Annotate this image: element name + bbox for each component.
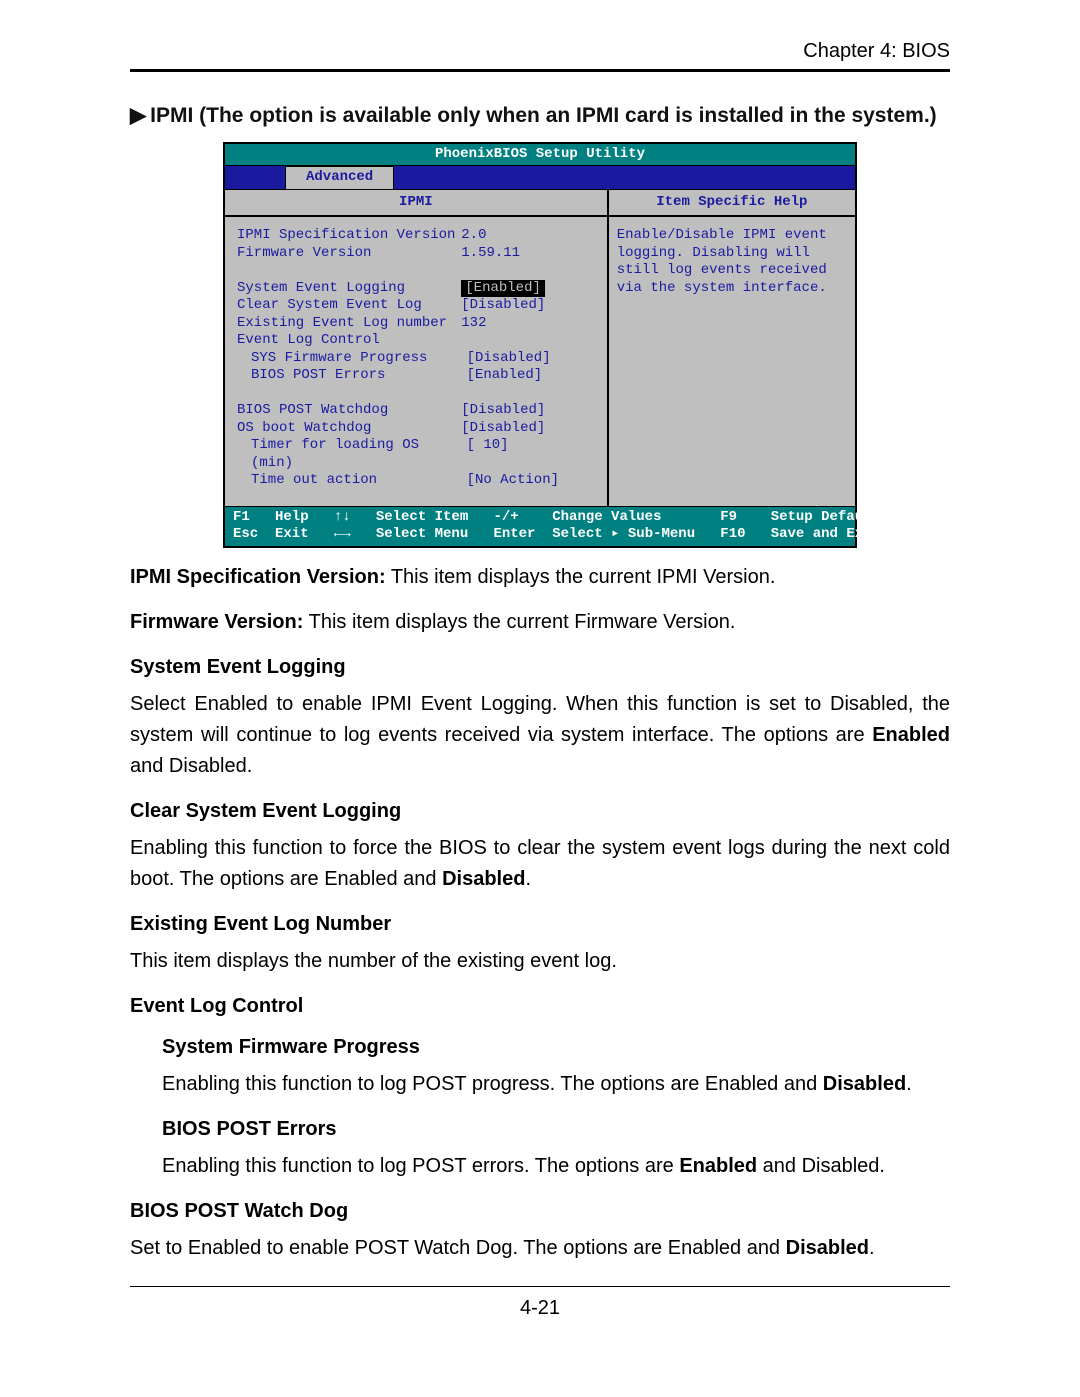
bios-right-col: Item Specific Help Enable/Disable IPMI e… — [609, 190, 855, 506]
opt-row — [237, 385, 599, 403]
head-sev: System Event Logging — [130, 656, 950, 679]
bios-fnkeys: F1 Help ↑↓ Select Item -/+ Change Values… — [225, 506, 855, 546]
opt-row[interactable]: OS boot Watchdog[Disabled] — [237, 420, 599, 438]
desc-ipmi-spec: IPMI Specification Version: This item di… — [130, 562, 950, 593]
bios-titlebar: PhoenixBIOS Setup Utility — [225, 144, 855, 167]
header-rule — [130, 69, 950, 72]
opt-row: Firmware Version1.59.11 — [237, 245, 599, 263]
lead-text: IPMI (The option is available only when … — [150, 104, 937, 127]
page: Chapter 4: BIOS ▶IPMI (The option is ava… — [0, 0, 1080, 1350]
triangle-icon: ▶ — [130, 104, 146, 127]
opt-row: Event Log Control — [237, 332, 599, 350]
help-text: Enable/Disable IPMI event logging. Disab… — [609, 217, 855, 307]
bios-screenshot: PhoenixBIOS Setup Utility Advanced IPMI … — [223, 142, 857, 548]
selected-value[interactable]: [Enabled] — [461, 280, 545, 298]
opt-row[interactable]: SYS Firmware Progress[Disabled] — [237, 350, 599, 368]
right-col-header: Item Specific Help — [609, 190, 855, 218]
footer-rule — [130, 1286, 950, 1287]
desc-fw: Firmware Version: This item displays the… — [130, 607, 950, 638]
head-sfp: System Firmware Progress — [162, 1036, 950, 1059]
fnkeys-line1: F1 Help ↑↓ Select Item -/+ Change Values… — [233, 509, 888, 527]
head-bpw: BIOS POST Watch Dog — [130, 1200, 950, 1223]
bios-left-col: IPMI IPMI Specification Version2.0 Firmw… — [225, 190, 609, 506]
desc-clr: Enabling this function to force the BIOS… — [130, 833, 950, 895]
left-col-header: IPMI — [225, 190, 607, 218]
bios-tabstrip: Advanced — [225, 166, 855, 190]
opt-row[interactable]: BIOS POST Errors[Enabled] — [237, 367, 599, 385]
opt-row[interactable]: Clear System Event Log[Disabled] — [237, 297, 599, 315]
bios-content: IPMI IPMI Specification Version2.0 Firmw… — [225, 190, 855, 506]
opt-row[interactable]: Time out action[No Action] — [237, 472, 599, 490]
page-number: 4-21 — [130, 1297, 950, 1320]
opt-row: Existing Event Log number132 — [237, 315, 599, 333]
desc-exist: This item displays the number of the exi… — [130, 946, 950, 977]
opt-row: IPMI Specification Version2.0 — [237, 227, 599, 245]
head-exist: Existing Event Log Number — [130, 913, 950, 936]
opt-row[interactable]: Timer for loading OS (min)[ 10] — [237, 437, 599, 472]
fnkeys-line2: Esc Exit ←→ Select Menu Enter Select ▸ S… — [233, 526, 880, 544]
desc-bpe: Enabling this function to log POST error… — [162, 1151, 950, 1182]
chapter-label: Chapter 4: BIOS — [130, 40, 950, 63]
section-lead: ▶IPMI (The option is available only when… — [130, 100, 950, 132]
desc-bpw: Set to Enabled to enable POST Watch Dog.… — [130, 1233, 950, 1264]
bios-options: IPMI Specification Version2.0 Firmware V… — [225, 217, 607, 506]
head-clr: Clear System Event Logging — [130, 800, 950, 823]
head-elc: Event Log Control — [130, 995, 950, 1018]
head-bpe: BIOS POST Errors — [162, 1118, 950, 1141]
tab-advanced[interactable]: Advanced — [285, 166, 394, 189]
opt-row[interactable]: BIOS POST Watchdog[Disabled] — [237, 402, 599, 420]
opt-row — [237, 262, 599, 280]
desc-sev: Select Enabled to enable IPMI Event Logg… — [130, 689, 950, 782]
desc-sfp: Enabling this function to log POST progr… — [162, 1069, 950, 1100]
opt-row[interactable]: System Event Logging[Enabled] — [237, 280, 599, 298]
